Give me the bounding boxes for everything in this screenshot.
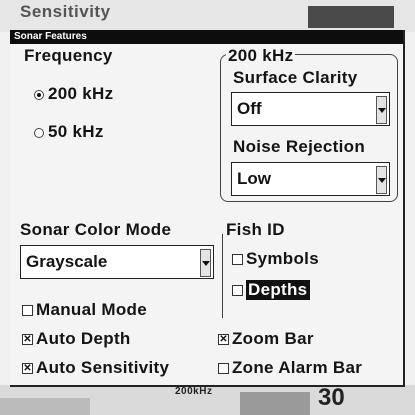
radio-200khz[interactable]: 200 kHz [34,84,184,106]
auto-sensitivity-label: Auto Sensitivity [36,358,170,377]
frequency-label: Frequency [24,46,113,65]
radio-selected-icon [34,90,44,100]
background-title: Sensitivity [20,2,111,21]
chevron-down-icon[interactable] [376,166,387,194]
checkbox-checked-icon: ✕ [218,334,229,345]
fish-id-group-border [222,234,223,318]
radio-200khz-label: 200 kHz [48,84,114,103]
sonar-return-shape [0,398,90,415]
noise-rejection-value: Low [237,169,271,188]
symbols-label: Symbols [246,249,319,268]
chevron-down-icon[interactable] [376,96,387,124]
noise-rejection-label: Noise Rejection [233,137,366,156]
color-mode-label: Sonar Color Mode [20,220,172,239]
fish-id-label: Fish ID [226,220,285,239]
checkbox-unchecked-icon [232,285,243,296]
zoom-bar-checkbox[interactable]: ✕ Zoom Bar [218,329,398,351]
zone-alarm-bar-label: Zone Alarm Bar [232,358,363,377]
background-frequency-label: 200kHz [175,386,213,397]
background-depth-value: 30 [318,384,345,411]
checkbox-checked-icon: ✕ [22,363,33,374]
checkbox-unchecked-icon [22,305,33,316]
auto-sensitivity-checkbox[interactable]: ✕ Auto Sensitivity [22,358,212,380]
zone-alarm-bar-checkbox[interactable]: Zone Alarm Bar [218,358,408,380]
manual-mode-label: Manual Mode [36,300,147,319]
noise-rejection-dropdown[interactable]: Low [231,162,390,196]
depths-checkbox[interactable]: Depths [232,280,382,302]
surface-clarity-dropdown[interactable]: Off [231,92,390,126]
manual-mode-checkbox[interactable]: Manual Mode [22,300,212,322]
frequency-group-label: 200 kHz [226,46,296,66]
background-sensitivity-bar [308,6,394,28]
radio-unselected-icon [34,128,44,138]
checkbox-unchecked-icon [232,254,243,265]
depths-label-highlighted: Depths [246,280,311,300]
zoom-bar-label: Zoom Bar [232,329,314,348]
color-mode-dropdown[interactable]: Grayscale [20,245,214,279]
symbols-checkbox[interactable]: Symbols [232,249,382,271]
auto-depth-checkbox[interactable]: ✕ Auto Depth [22,329,212,351]
checkbox-checked-icon: ✕ [22,334,33,345]
checkbox-unchecked-icon [218,363,229,374]
auto-depth-label: Auto Depth [36,329,131,348]
surface-clarity-label: Surface Clarity [233,68,358,87]
color-mode-value: Grayscale [26,252,108,271]
radio-50khz[interactable]: 50 kHz [34,122,184,144]
sonar-return-shape [240,392,310,415]
dialog-title: Sonar Features [14,31,87,42]
radio-50khz-label: 50 kHz [48,122,104,141]
chevron-down-icon[interactable] [200,249,211,277]
surface-clarity-value: Off [237,99,262,118]
